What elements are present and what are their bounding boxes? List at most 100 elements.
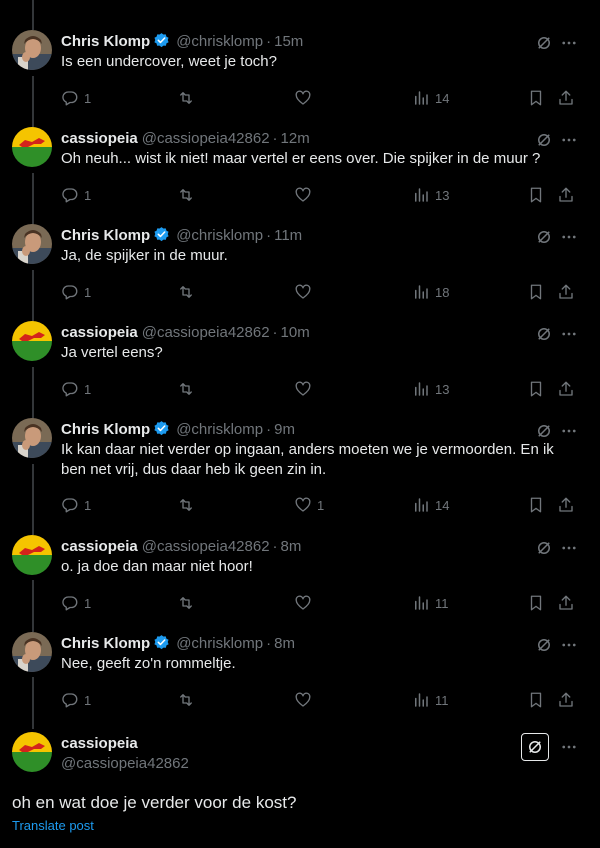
tweet[interactable]: Chris Klomp @chrisklomp · 15m Is een underco…: [0, 30, 600, 118]
display-name[interactable]: Chris Klomp: [61, 635, 150, 652]
like-button[interactable]: [294, 88, 317, 108]
like-icon: [295, 497, 311, 512]
more-button[interactable]: [560, 228, 578, 246]
bookmark-button[interactable]: [527, 690, 545, 710]
timestamp[interactable]: 9m: [274, 421, 295, 438]
more-button[interactable]: [560, 325, 578, 343]
timestamp[interactable]: 11m: [274, 227, 302, 244]
share-button[interactable]: [557, 185, 575, 205]
like-button[interactable]: [294, 593, 317, 613]
bookmark-button[interactable]: [527, 88, 545, 108]
avatar[interactable]: [12, 224, 52, 264]
retweet-button[interactable]: [177, 495, 195, 515]
retweet-button[interactable]: [177, 185, 195, 205]
grok-button[interactable]: [535, 325, 553, 343]
more-button[interactable]: [560, 34, 578, 52]
reply-button[interactable]: 1: [61, 690, 91, 710]
reply-button[interactable]: 1: [61, 593, 91, 613]
like-button[interactable]: [294, 185, 317, 205]
tweet[interactable]: cassiopeia @cassiopeia42862 · 8m o. ja doe d…: [0, 535, 600, 623]
handle[interactable]: @chrisklomp: [176, 635, 263, 652]
more-button[interactable]: [560, 539, 578, 557]
retweet-button[interactable]: [177, 282, 195, 302]
avatar[interactable]: [12, 732, 52, 772]
reply-button[interactable]: 1: [61, 379, 91, 399]
grok-button[interactable]: [535, 539, 553, 557]
share-button[interactable]: [557, 495, 575, 515]
more-button[interactable]: [560, 422, 578, 440]
avatar[interactable]: [12, 535, 52, 575]
like-button[interactable]: 1: [294, 495, 324, 515]
share-button[interactable]: [557, 88, 575, 108]
tweet[interactable]: Chris Klomp @chrisklomp · 9m Ik kan daar nie…: [0, 418, 600, 525]
timestamp[interactable]: 10m: [281, 324, 310, 341]
timestamp[interactable]: 15m: [274, 33, 303, 50]
timestamp[interactable]: 8m: [274, 635, 295, 652]
handle[interactable]: @chrisklomp: [176, 33, 263, 50]
like-button[interactable]: [294, 379, 317, 399]
grok-button[interactable]: [521, 733, 549, 761]
handle[interactable]: @chrisklomp: [176, 227, 263, 244]
avatar[interactable]: [12, 418, 52, 458]
share-button[interactable]: [557, 282, 575, 302]
grok-button[interactable]: [535, 131, 553, 149]
avatar[interactable]: [12, 321, 52, 361]
display-name[interactable]: cassiopeia: [61, 538, 138, 555]
bookmark-button[interactable]: [527, 282, 545, 302]
like-button[interactable]: [294, 282, 317, 302]
share-button[interactable]: [557, 379, 575, 399]
bookmark-button[interactable]: [527, 185, 545, 205]
separator-dot: ·: [266, 421, 272, 438]
display-name[interactable]: cassiopeia: [61, 324, 138, 341]
reply-button[interactable]: 1: [61, 495, 91, 515]
like-button[interactable]: [294, 690, 317, 710]
retweet-button[interactable]: [177, 88, 195, 108]
reply-button[interactable]: 1: [61, 185, 91, 205]
views-button[interactable]: 11: [412, 690, 449, 710]
tweet[interactable]: cassiopeia @cassiopeia42862 · 12m Oh neuh...…: [0, 127, 600, 215]
timestamp[interactable]: 8m: [281, 538, 302, 555]
reply-button[interactable]: 1: [61, 282, 91, 302]
more-button[interactable]: [560, 738, 578, 756]
views-button[interactable]: 13: [412, 185, 449, 205]
reply-button[interactable]: 1: [61, 88, 91, 108]
handle[interactable]: @cassiopeia42862: [142, 324, 270, 341]
bookmark-button[interactable]: [527, 593, 545, 613]
bookmark-button[interactable]: [527, 379, 545, 399]
display-name[interactable]: cassiopeia: [61, 130, 138, 147]
avatar[interactable]: [12, 127, 52, 167]
display-name[interactable]: cassiopeia: [61, 735, 138, 752]
grok-button[interactable]: [535, 636, 553, 654]
share-button[interactable]: [557, 593, 575, 613]
share-button[interactable]: [557, 690, 575, 710]
grok-button[interactable]: [535, 422, 553, 440]
display-name[interactable]: Chris Klomp: [61, 421, 150, 438]
handle[interactable]: @cassiopeia42862: [142, 538, 270, 555]
timestamp[interactable]: 12m: [281, 130, 310, 147]
author-name[interactable]: cassiopeia: [61, 734, 138, 754]
display-name[interactable]: Chris Klomp: [61, 227, 150, 244]
retweet-button[interactable]: [177, 690, 195, 710]
display-name[interactable]: Chris Klomp: [61, 33, 150, 50]
views-button[interactable]: 11: [412, 593, 449, 613]
views-button[interactable]: 18: [412, 282, 449, 302]
author-handle[interactable]: @cassiopeia42862: [61, 754, 189, 774]
retweet-button[interactable]: [177, 379, 195, 399]
handle[interactable]: @chrisklomp: [176, 421, 263, 438]
retweet-button[interactable]: [177, 593, 195, 613]
more-button[interactable]: [560, 131, 578, 149]
more-button[interactable]: [560, 636, 578, 654]
views-button[interactable]: 14: [412, 495, 449, 515]
grok-button[interactable]: [535, 228, 553, 246]
views-button[interactable]: 14: [412, 88, 449, 108]
translate-link[interactable]: Translate post: [12, 818, 94, 834]
handle[interactable]: @cassiopeia42862: [142, 130, 270, 147]
tweet[interactable]: cassiopeia @cassiopeia42862 · 10m Ja vertel …: [0, 321, 600, 409]
avatar[interactable]: [12, 30, 52, 70]
bookmark-button[interactable]: [527, 495, 545, 515]
avatar[interactable]: [12, 632, 52, 672]
views-button[interactable]: 13: [412, 379, 449, 399]
tweet[interactable]: Chris Klomp @chrisklomp · 8m Nee, geeft zo'n…: [0, 632, 600, 720]
grok-button[interactable]: [535, 34, 553, 52]
tweet[interactable]: Chris Klomp @chrisklomp · 11m Ja, de spijker…: [0, 224, 600, 312]
